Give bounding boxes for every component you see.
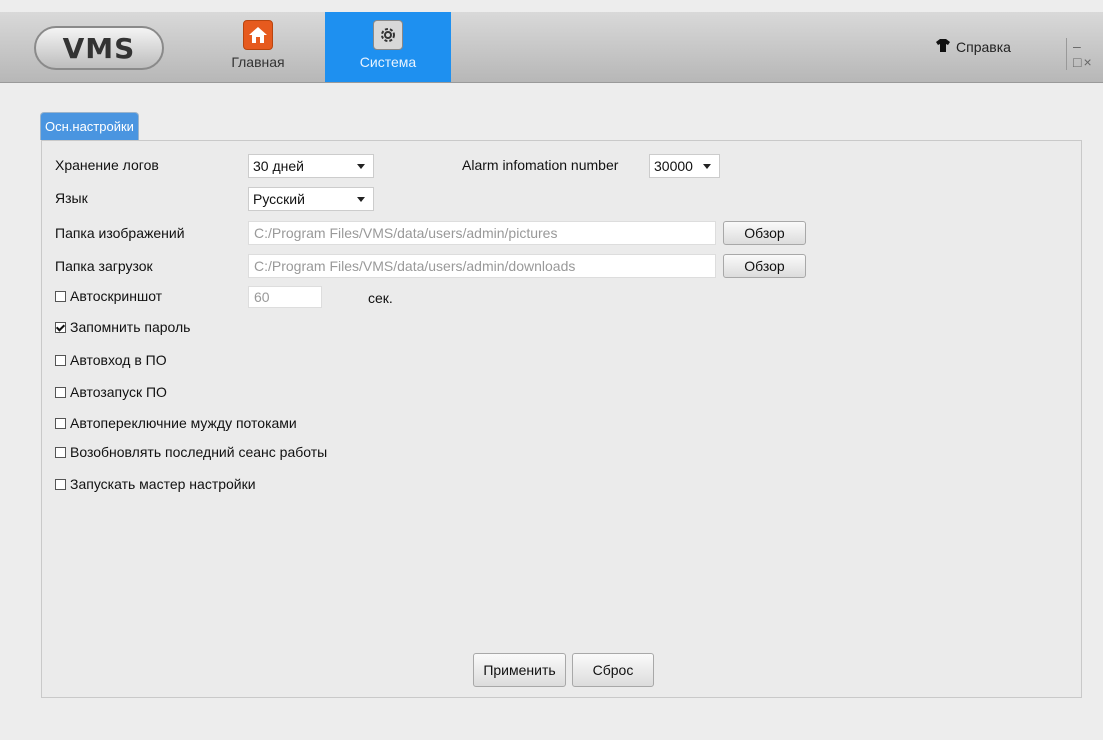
resume-session-checkbox[interactable]: Возобновлять последний сеанс работы: [55, 444, 327, 460]
autoscreenshot-unit: сек.: [368, 290, 393, 306]
stream-switch-checkbox[interactable]: Автопереключние мужду потоками: [55, 415, 297, 431]
autoscreenshot-label: Автоскриншот: [70, 288, 163, 304]
checkbox-box[interactable]: [55, 446, 66, 458]
reset-button[interactable]: Сброс: [572, 653, 654, 687]
checkbox-box[interactable]: [55, 354, 66, 366]
chevron-down-icon: [357, 197, 365, 202]
checkbox-label: Автопереключние мужду потоками: [70, 415, 297, 431]
chevron-down-icon: [357, 164, 365, 169]
autoscreenshot-interval-input[interactable]: 60: [248, 286, 322, 308]
checkbox-box[interactable]: [55, 417, 66, 429]
language-value: Русский: [253, 191, 305, 207]
pictures-browse-button[interactable]: Обзор: [723, 221, 806, 245]
checkbox-box[interactable]: [55, 386, 66, 398]
log-storage-select[interactable]: 30 дней: [248, 154, 374, 178]
checkbox-label: Запомнить пароль: [70, 319, 191, 335]
checkbox-label: Запускать мастер настройки: [70, 476, 256, 492]
home-icon: [243, 20, 273, 50]
downloads-browse-button[interactable]: Обзор: [723, 254, 806, 278]
app-logo: VMS: [34, 26, 164, 70]
top-bar: VMS Главная Система Справка –□×: [0, 12, 1103, 83]
language-select[interactable]: Русский: [248, 187, 374, 211]
language-label: Язык: [55, 190, 88, 206]
setup-wizard-checkbox[interactable]: Запускать мастер настройки: [55, 476, 256, 492]
gear-icon: [373, 20, 403, 50]
autostart-checkbox[interactable]: Автозапуск ПО: [55, 384, 167, 400]
nav-system-label: Система: [359, 54, 417, 70]
checkbox-box[interactable]: [55, 290, 66, 302]
auto-login-checkbox[interactable]: Автовход в ПО: [55, 352, 167, 368]
nav-home[interactable]: Главная: [226, 12, 290, 82]
alarm-number-select[interactable]: 30000: [649, 154, 720, 178]
alarm-number-value: 30000: [654, 158, 693, 174]
downloads-folder-input[interactable]: C:/Program Files/VMS/data/users/admin/do…: [248, 254, 716, 278]
checkbox-box[interactable]: [55, 321, 66, 333]
window-controls[interactable]: –□×: [1066, 38, 1103, 70]
chevron-down-icon: [703, 164, 711, 169]
log-storage-label: Хранение логов: [55, 157, 159, 173]
apply-button[interactable]: Применить: [473, 653, 566, 687]
nav-system[interactable]: Система: [325, 12, 451, 82]
autoscreenshot-checkbox[interactable]: Автоскриншот: [55, 288, 162, 304]
nav-home-label: Главная: [231, 54, 285, 70]
help-label: Справка: [956, 39, 1011, 55]
pictures-folder-input[interactable]: C:/Program Files/VMS/data/users/admin/pi…: [248, 221, 716, 245]
help-link[interactable]: Справка: [936, 39, 1011, 55]
remember-password-checkbox[interactable]: Запомнить пароль: [55, 319, 190, 335]
checkbox-label: Возобновлять последний сеанс работы: [70, 444, 328, 460]
alarm-number-label: Alarm infomation number: [462, 157, 619, 173]
downloads-folder-label: Папка загрузок: [55, 258, 153, 274]
log-storage-value: 30 дней: [253, 158, 304, 174]
checkbox-label: Автовход в ПО: [70, 352, 167, 368]
checkbox-label: Автозапуск ПО: [70, 384, 167, 400]
pictures-folder-label: Папка изображений: [55, 225, 185, 241]
tab-basic-settings[interactable]: Осн.настройки: [40, 112, 139, 140]
shirt-icon: [936, 39, 950, 55]
checkbox-box[interactable]: [55, 478, 66, 490]
